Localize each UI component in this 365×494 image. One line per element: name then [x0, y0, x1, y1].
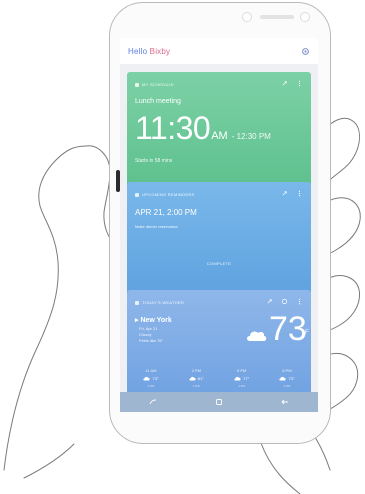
reminder-card-label: UPCOMING REMINDERS — [135, 192, 195, 197]
forecast-temp: 81° — [197, 376, 204, 381]
greeting-hello: Hello — [128, 46, 148, 56]
weather-card-actions — [266, 298, 303, 305]
app-header: Hello Bixby — [120, 38, 318, 64]
front-sensor-icon — [242, 12, 252, 22]
back-icon[interactable] — [280, 398, 290, 406]
weather-city-text: New York — [140, 317, 172, 324]
forecast-row: 73° — [143, 376, 159, 381]
meeting-countdown: Starts in 58 mins — [135, 158, 173, 164]
pin-icon[interactable] — [281, 190, 288, 197]
meeting-end-time: - 12:30 PM — [231, 132, 271, 141]
cloud-icon — [247, 331, 267, 341]
greeting-name: Bixby — [149, 46, 171, 56]
meeting-title: Lunch meeting — [135, 98, 181, 105]
cloud-icon — [279, 376, 287, 381]
forecast-time: 5 PM — [236, 368, 247, 373]
weather-label-icon — [135, 300, 139, 305]
complete-button[interactable]: COMPLETE — [127, 261, 311, 266]
weather-card-label-text: TODAY'S WEATHER — [142, 300, 185, 305]
more-options-icon[interactable] — [296, 190, 303, 197]
meeting-card[interactable]: MY SCHEDULE Lunch meeting 11:30 AM - 12:… — [127, 72, 311, 196]
meeting-card-label-text: MY SCHEDULE — [142, 82, 175, 87]
more-options-icon[interactable] — [296, 80, 303, 87]
phone-screen: Hello Bixby MY SCHEDULE Lunch meeting 11… — [120, 38, 318, 412]
weather-condition: Cloudy — [139, 332, 152, 337]
forecast-row: 77° — [234, 376, 249, 381]
forecast-temp: 77° — [243, 376, 250, 381]
earpiece — [260, 15, 294, 19]
weather-unit: F — [305, 330, 309, 336]
recents-icon[interactable] — [148, 398, 158, 406]
weather-temperature: 73 — [269, 310, 307, 348]
greeting-title: Hello Bixby — [128, 47, 170, 56]
pin-icon[interactable] — [281, 80, 288, 87]
calendar-icon — [135, 82, 139, 87]
forecast-row: 73° — [279, 376, 295, 381]
weather-card-label: TODAY'S WEATHER — [135, 300, 184, 305]
meeting-time: 11:30 AM - 12:30 PM — [135, 110, 271, 147]
reminder-time: APR 21, 2:00 PM — [135, 208, 197, 217]
forecast-rain: 1.5% — [147, 384, 155, 388]
forecast-time: 11 AM — [145, 368, 157, 373]
forecast-time: 8 PM — [282, 368, 292, 373]
meeting-start-ampm: AM — [211, 130, 228, 142]
forecast-item: 2 PM 81° 1.5% — [178, 368, 214, 388]
meeting-start-time: 11:30 — [135, 110, 211, 146]
forecast-row: 81° — [189, 376, 204, 381]
forecast-item: 5 PM 77° 1.5% — [224, 368, 260, 388]
reminder-icon — [135, 192, 139, 197]
reminder-card-label-text: UPCOMING REMINDERS — [142, 192, 195, 197]
forecast-rain: 1.5% — [192, 384, 200, 388]
forecast-item: 11 AM 73° 1.5% — [133, 368, 169, 388]
forecast-time: 2 PM — [191, 368, 201, 373]
meeting-card-actions — [281, 80, 303, 87]
navigation-bar — [120, 392, 318, 412]
pin-icon[interactable] — [266, 298, 273, 305]
forecast-rain: 1.5% — [238, 384, 246, 388]
forecast-rain: 1.5% — [283, 384, 291, 388]
forecast-item: 8 PM 73° 1.5% — [269, 368, 305, 388]
forecast-temp: 73° — [152, 376, 159, 381]
weather-city: ▸ New York — [135, 316, 172, 324]
gear-icon[interactable] — [301, 47, 310, 56]
weather-details: Fri, Apr 21 Cloudy Feels like 76° — [139, 326, 163, 343]
cloud-icon — [189, 376, 196, 381]
hourly-forecast: 11 AM 73° 1.5% 2 PM 81° 1.5% 5 PM 77° 1.… — [133, 368, 305, 388]
cloud-icon — [143, 376, 151, 381]
more-options-icon[interactable] — [296, 298, 303, 305]
cloud-icon — [234, 376, 241, 381]
refresh-icon[interactable] — [281, 298, 288, 305]
reminder-note: Make dinner reservation — [135, 224, 178, 229]
forecast-temp: 73° — [288, 376, 295, 381]
meeting-card-label: MY SCHEDULE — [135, 82, 174, 87]
home-icon[interactable] — [214, 398, 224, 406]
weather-date: Fri, Apr 21 — [139, 326, 158, 331]
reminder-card-actions — [281, 190, 303, 197]
front-camera-icon — [300, 12, 310, 22]
weather-feels-like: Feels like 76° — [139, 338, 164, 343]
